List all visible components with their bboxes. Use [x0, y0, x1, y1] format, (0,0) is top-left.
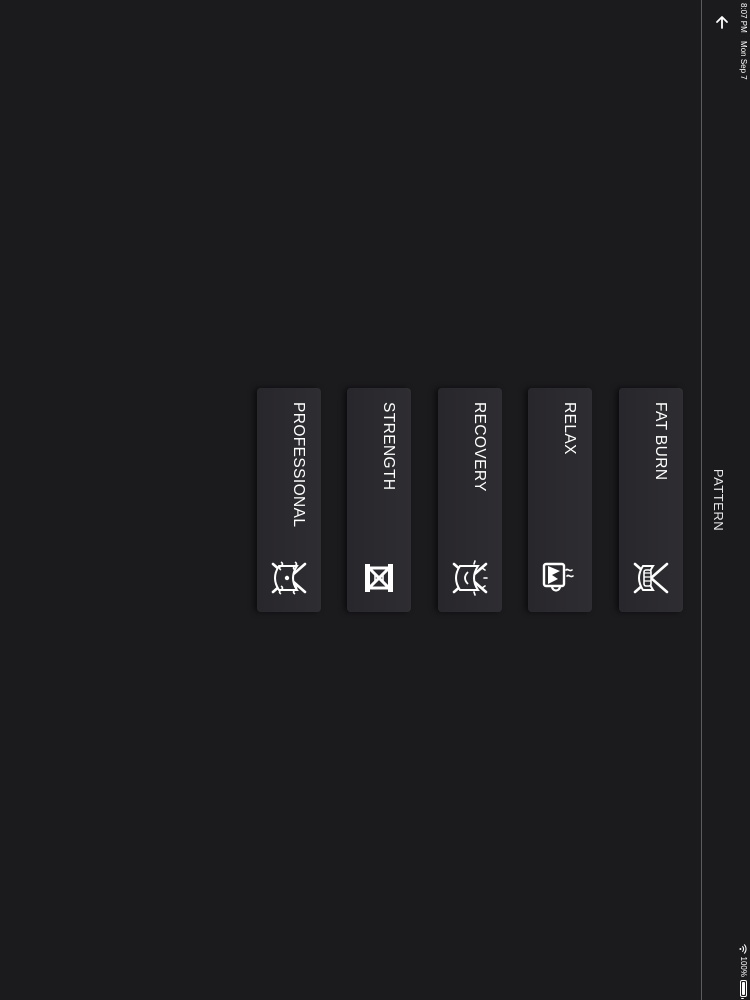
status-left: 8:07 PM Mon Sep 7	[739, 3, 748, 86]
battery-percent: 100%	[739, 956, 748, 977]
mode-card-fat-burn[interactable]: FAT BURN	[619, 388, 683, 612]
mode-card-recovery[interactable]: RECOVERY	[438, 388, 502, 612]
recovery-icon	[448, 556, 492, 600]
rotated-app-view: 8:07 PM Mon Sep 7 100% PATTERN FAT BURN …	[0, 0, 750, 1000]
status-right: 100%	[739, 943, 748, 997]
page-title: PATTERN	[711, 468, 726, 532]
mode-card-relax[interactable]: RELAX	[528, 388, 593, 612]
mode-label: FAT BURN	[652, 402, 669, 481]
mode-card-strength[interactable]: STRENGTH	[347, 388, 412, 612]
nav-bar: PATTERN	[701, 0, 738, 1000]
status-time: 8:07 PM	[739, 3, 748, 33]
mode-label: RELAX	[561, 402, 579, 455]
battery-fill	[742, 982, 745, 995]
battery-icon	[740, 980, 747, 997]
mode-label: PROFESSIONAL	[290, 402, 307, 528]
strength-icon	[358, 556, 402, 600]
mode-label: STRENGTH	[380, 402, 398, 491]
relax-icon	[539, 556, 583, 600]
professional-icon	[267, 556, 311, 600]
status-bar: 8:07 PM Mon Sep 7 100%	[738, 0, 750, 1000]
mode-card-professional[interactable]: PROFESSIONAL	[257, 388, 321, 612]
screen: 8:07 PM Mon Sep 7 100% PATTERN FAT BURN …	[0, 0, 750, 1000]
mode-label: RECOVERY	[471, 402, 488, 492]
status-date: Mon Sep 7	[739, 41, 748, 80]
wifi-icon	[739, 943, 748, 954]
mode-list: FAT BURN RELAX RECOVERY STRENGTH PROFESS…	[231, 388, 683, 612]
fat-burn-icon	[629, 556, 673, 600]
